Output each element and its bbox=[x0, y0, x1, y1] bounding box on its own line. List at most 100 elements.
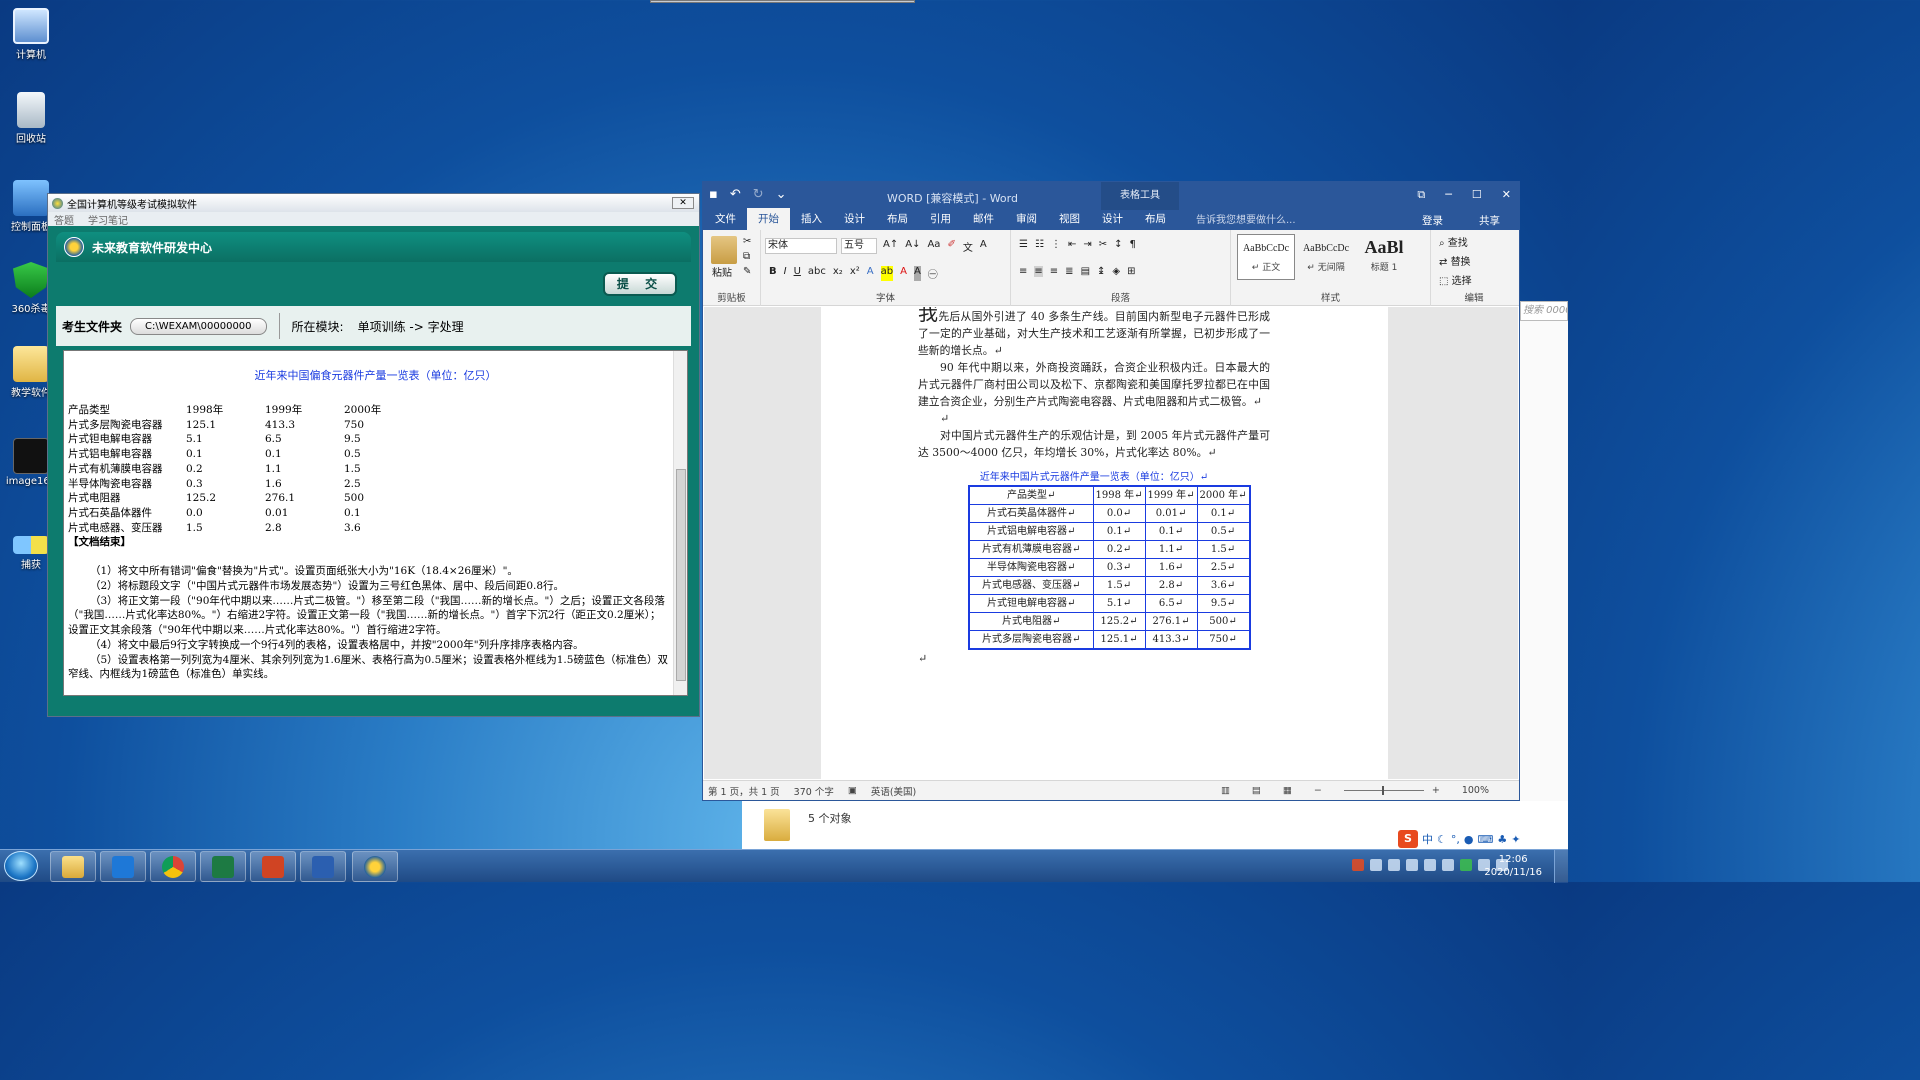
tab-view[interactable]: 视图 bbox=[1048, 211, 1091, 230]
table-cell[interactable]: 125.1↵ bbox=[1092, 630, 1146, 650]
folder-path-button[interactable]: C:\WEXAM\00000000 bbox=[130, 317, 267, 335]
style-no-spacing[interactable]: AaBbCcDc ↵ 无间隔 bbox=[1297, 234, 1355, 280]
tab-references[interactable]: 引用 bbox=[919, 211, 962, 230]
table-cell[interactable]: 2.8↵ bbox=[1144, 576, 1198, 595]
font-size-select[interactable]: 五号 bbox=[841, 238, 877, 254]
table-cell[interactable]: 500↵ bbox=[1196, 612, 1251, 631]
save-icon[interactable]: ▪ bbox=[709, 187, 718, 202]
table-cell[interactable]: 276.1↵ bbox=[1144, 612, 1198, 631]
tab-home[interactable]: 开始 bbox=[747, 208, 790, 230]
table-cell[interactable]: 1.1↵ bbox=[1144, 540, 1198, 559]
table-cell[interactable]: 0.0↵ bbox=[1092, 504, 1146, 523]
bold-icon[interactable]: B bbox=[769, 266, 777, 281]
ime-keyboard-icon[interactable]: ⌨ bbox=[1477, 833, 1493, 846]
table-cell[interactable]: 0.01↵ bbox=[1144, 504, 1198, 523]
tray-help-icon[interactable] bbox=[1370, 859, 1382, 871]
document-body[interactable]: 我先后从国外引进了 40 多条生产线。目前国内新型电子元器件已形成了一定的产业基… bbox=[918, 307, 1270, 667]
italic-icon[interactable]: I bbox=[784, 266, 787, 281]
table-cell[interactable]: 0.1↵ bbox=[1196, 504, 1251, 523]
tray-volume-icon[interactable] bbox=[1406, 859, 1418, 871]
taskbar-app-powerpoint[interactable] bbox=[250, 851, 296, 882]
tray-sogou-icon[interactable] bbox=[1352, 859, 1364, 871]
table-row[interactable]: 片式铝电解电容器↵ 0.1↵ 0.1↵ 0.5↵ bbox=[968, 522, 1251, 541]
zoom-slider[interactable] bbox=[1343, 786, 1424, 795]
copy-icon[interactable]: ⧉ bbox=[743, 251, 751, 262]
ribbon-display-icon[interactable]: ⧉ bbox=[1417, 188, 1425, 202]
tell-me-search[interactable]: 告诉我您想要做什么... bbox=[1185, 211, 1307, 230]
clear-format-icon[interactable]: ✐ bbox=[947, 239, 955, 254]
table-cell[interactable]: 6.5↵ bbox=[1144, 594, 1198, 613]
table-cell[interactable]: 750↵ bbox=[1196, 630, 1251, 650]
grow-font-icon[interactable]: A↑ bbox=[883, 239, 898, 254]
table-cell[interactable]: 3.6↵ bbox=[1196, 576, 1251, 595]
show-desktop-button[interactable] bbox=[1554, 850, 1568, 883]
taskbar-app-excel[interactable] bbox=[200, 851, 246, 882]
taskbar-app-word[interactable] bbox=[300, 851, 346, 882]
tray-network-icon[interactable] bbox=[1388, 859, 1400, 871]
multilevel-list-icon[interactable]: ⋮ bbox=[1051, 239, 1061, 250]
explorer-search-input[interactable]: 搜索 0000 bbox=[1520, 301, 1568, 321]
table-row[interactable]: 片式钽电解电容器↵ 5.1↵ 6.5↵ 9.5↵ bbox=[968, 594, 1251, 613]
ime-mode[interactable]: 中 bbox=[1422, 831, 1433, 847]
taskbar-clock[interactable]: 12:06 2020/11/16 bbox=[1484, 853, 1542, 879]
table-cell[interactable]: 片式钽电解电容器↵ bbox=[968, 594, 1094, 613]
tab-table-layout[interactable]: 布局 bbox=[1134, 211, 1177, 230]
tab-mailings[interactable]: 邮件 bbox=[962, 211, 1005, 230]
text-effects-icon[interactable]: A bbox=[867, 266, 874, 281]
bullets-icon[interactable]: ☰ bbox=[1019, 239, 1028, 250]
taskbar-app-exam[interactable] bbox=[352, 851, 398, 882]
table-row[interactable]: 片式有机薄膜电容器↵ 0.2↵ 1.1↵ 1.5↵ bbox=[968, 540, 1251, 559]
table-row[interactable]: 片式多层陶瓷电容器↵ 125.1↵ 413.3↵ 750↵ bbox=[968, 630, 1251, 650]
scrollbar-thumb[interactable] bbox=[676, 469, 686, 681]
menu-notes[interactable]: 学习笔记 bbox=[88, 212, 128, 227]
table-cell[interactable]: 片式有机薄膜电容器↵ bbox=[968, 540, 1094, 559]
submit-button[interactable]: 提 交 bbox=[603, 272, 677, 296]
superscript-icon[interactable]: x² bbox=[850, 266, 860, 281]
show-marks-icon[interactable]: ¶ bbox=[1130, 239, 1136, 250]
font-name-select[interactable]: 宋体 bbox=[765, 238, 837, 254]
table-cell[interactable]: 产品类型↵ bbox=[968, 485, 1094, 505]
replace-button[interactable]: ⇄ 替换 bbox=[1439, 253, 1472, 268]
undo-icon[interactable]: ↶ bbox=[730, 187, 741, 202]
table-row[interactable]: 半导体陶瓷电容器↵ 0.3↵ 1.6↵ 2.5↵ bbox=[968, 558, 1251, 577]
font-color-icon[interactable]: A bbox=[900, 266, 907, 281]
language-indicator[interactable]: 英语(美国) bbox=[871, 784, 916, 798]
tab-insert[interactable]: 插入 bbox=[790, 211, 833, 230]
menu-answer[interactable]: 答题 bbox=[54, 212, 74, 227]
phonetic-icon[interactable]: 文 bbox=[963, 239, 973, 254]
table-cell[interactable]: 1998 年↵ bbox=[1092, 485, 1146, 505]
ime-tools-icon[interactable]: ✦ bbox=[1511, 833, 1520, 846]
close-button[interactable]: ✕ bbox=[1502, 188, 1511, 202]
style-normal[interactable]: AaBbCcDc ↵ 正文 bbox=[1237, 234, 1295, 280]
document-page[interactable]: 我先后从国外引进了 40 多条生产线。目前国内新型电子元器件已形成了一定的产业基… bbox=[821, 307, 1388, 779]
cut-icon[interactable]: ✂ bbox=[743, 236, 751, 247]
table-cell[interactable]: 1999 年↵ bbox=[1144, 485, 1198, 505]
desktop-icon-computer[interactable]: 计算机 bbox=[0, 8, 62, 61]
table-cell[interactable]: 0.2↵ bbox=[1092, 540, 1146, 559]
maximize-button[interactable]: ☐ bbox=[1472, 188, 1482, 202]
table-cell[interactable]: 0.1↵ bbox=[1144, 522, 1198, 541]
table-cell[interactable]: 片式多层陶瓷电容器↵ bbox=[968, 630, 1094, 650]
enclose-char-icon[interactable]: ㊀ bbox=[928, 266, 938, 281]
web-layout-icon[interactable]: ▦ bbox=[1283, 785, 1292, 796]
shading-icon[interactable]: ◈ bbox=[1112, 266, 1120, 277]
format-painter-icon[interactable]: ✎ bbox=[743, 266, 751, 277]
tray-flag-icon[interactable] bbox=[1442, 859, 1454, 871]
table-cell[interactable]: 0.1↵ bbox=[1092, 522, 1146, 541]
paste-button[interactable]: 粘贴 bbox=[712, 264, 732, 279]
paste-icon[interactable] bbox=[711, 236, 737, 264]
increase-indent-icon[interactable]: ⇥ bbox=[1083, 239, 1091, 250]
question-text-area[interactable]: 近年来中国偏食元器件产量一览表（单位：亿只） 产品类型 1998年 1999年 200… bbox=[63, 350, 688, 696]
table-cell[interactable]: 2.5↵ bbox=[1196, 558, 1251, 577]
align-left-icon[interactable]: ≡ bbox=[1019, 266, 1027, 277]
highlight-icon[interactable]: ab bbox=[880, 266, 894, 281]
tray-app-icon[interactable] bbox=[1424, 859, 1436, 871]
tab-file[interactable]: 文件 bbox=[703, 211, 747, 230]
select-button[interactable]: ⬚ 选择 bbox=[1439, 272, 1472, 287]
ime-moon-icon[interactable]: ☾ bbox=[1437, 833, 1447, 846]
zoom-in-button[interactable]: + bbox=[1432, 785, 1440, 796]
document-table[interactable]: 产品类型↵ 1998 年↵ 1999 年↵ 2000 年↵ 片式石英晶体器件↵ 0.0↵ 0… bbox=[968, 485, 1251, 650]
find-button[interactable]: ⌕ 查找 bbox=[1439, 234, 1472, 249]
customize-qat-icon[interactable]: ⌄ bbox=[776, 187, 787, 202]
page-count[interactable]: 第 1 页，共 1 页 bbox=[708, 784, 780, 798]
